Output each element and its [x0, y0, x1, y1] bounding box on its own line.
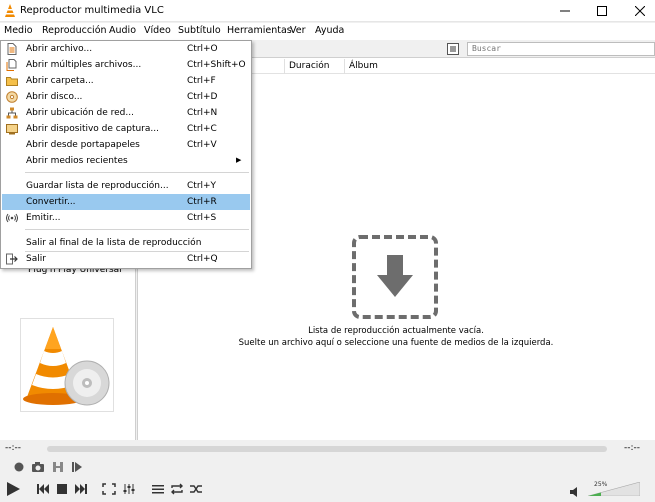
extended-settings-icon[interactable]	[122, 483, 136, 495]
close-button[interactable]	[620, 0, 655, 22]
menu-medio[interactable]: Medio	[4, 25, 33, 36]
submenu-arrow-icon: ▶	[236, 156, 242, 164]
search-input[interactable]: Buscar	[467, 42, 655, 56]
previous-icon[interactable]	[36, 483, 50, 495]
file-icon	[7, 43, 17, 55]
menu-ayuda[interactable]: Ayuda	[315, 25, 344, 36]
menu-item-quit-at-end[interactable]: Salir al final de la lista de reproducci…	[2, 235, 250, 251]
volume-percent: 25%	[594, 481, 608, 488]
menu-herramientas[interactable]: Herramientas	[227, 25, 292, 36]
record-icon[interactable]	[13, 461, 25, 473]
title-bar: Reproductor multimedia VLC	[0, 0, 655, 22]
menu-item-stream[interactable]: Emitir... Ctrl+S	[2, 210, 250, 226]
play-icon[interactable]	[4, 480, 22, 498]
download-arrow-icon	[377, 255, 413, 297]
total-time[interactable]: --:--	[624, 443, 640, 453]
menu-item-open-file[interactable]: Abrir archivo... Ctrl+O	[2, 41, 250, 57]
menu-item-recent-media[interactable]: Abrir medios recientes ▶	[2, 153, 250, 169]
vlc-logo-art	[23, 327, 110, 406]
playlist-view-button[interactable]	[447, 43, 459, 55]
vlc-cone-icon	[5, 4, 15, 17]
column-album[interactable]: Álbum	[349, 61, 378, 71]
network-icon	[6, 107, 18, 119]
menu-item-open-clipboard[interactable]: Abrir desde portapapeles Ctrl+V	[2, 137, 250, 153]
capture-icon	[6, 124, 18, 135]
menu-audio[interactable]: Audio	[109, 25, 136, 36]
drop-zone[interactable]	[352, 235, 438, 319]
menu-item-open-folder[interactable]: Abrir carpeta... Ctrl+F	[2, 73, 250, 89]
minimize-button[interactable]	[545, 0, 585, 22]
disc-icon	[6, 91, 18, 103]
stop-icon[interactable]	[56, 483, 68, 495]
menu-separator	[25, 172, 249, 173]
menu-item-open-multiple[interactable]: Abrir múltiples archivos... Ctrl+Shift+O	[2, 57, 250, 73]
menu-ver[interactable]: Ver	[290, 25, 306, 36]
frame-step-icon[interactable]	[71, 461, 83, 473]
menu-separator	[25, 229, 249, 230]
menu-item-convert[interactable]: Convertir... Ctrl+R	[2, 194, 250, 210]
list-view-icon	[450, 46, 456, 52]
menu-item-open-disc[interactable]: Abrir disco... Ctrl+D	[2, 89, 250, 105]
column-duracion[interactable]: Duración	[289, 61, 330, 71]
exit-icon	[6, 253, 18, 265]
column-divider[interactable]	[284, 59, 285, 74]
stream-icon	[6, 213, 18, 223]
menu-subtitulo[interactable]: Subtítulo	[178, 25, 221, 36]
playlist-toggle-icon[interactable]	[151, 483, 165, 495]
next-icon[interactable]	[74, 483, 88, 495]
menu-item-open-capture[interactable]: Abrir dispositivo de captura... Ctrl+C	[2, 121, 250, 137]
maximize-icon	[597, 6, 607, 16]
menu-video[interactable]: Vídeo	[144, 25, 171, 36]
empty-playlist-message: Lista de reproducción actualmente vacía.	[308, 326, 484, 336]
menu-item-quit[interactable]: Salir Ctrl+Q	[2, 251, 250, 267]
snapshot-icon[interactable]	[31, 461, 45, 473]
elapsed-time: --:--	[5, 443, 22, 453]
medio-dropdown-menu: Abrir archivo... Ctrl+O Abrir múltiples …	[0, 40, 252, 269]
minimize-icon	[560, 10, 570, 12]
menu-bar: Medio Reproducción Audio Vídeo Subtítulo…	[0, 23, 655, 40]
empty-playlist-hint: Suelte un archivo aquí o seleccione una …	[238, 338, 554, 348]
loop-icon[interactable]	[170, 483, 184, 495]
folder-icon	[6, 77, 18, 86]
window-title: Reproductor multimedia VLC	[20, 5, 164, 16]
close-icon	[635, 6, 645, 16]
column-divider[interactable]	[344, 59, 345, 74]
files-icon	[6, 59, 17, 71]
loop-ab-icon[interactable]	[52, 461, 64, 473]
menu-item-open-network[interactable]: Abrir ubicación de red... Ctrl+N	[2, 105, 250, 121]
seek-slider[interactable]	[47, 446, 607, 452]
maximize-button[interactable]	[582, 0, 622, 22]
fullscreen-icon[interactable]	[102, 483, 116, 495]
menu-item-save-playlist[interactable]: Guardar lista de reproducción... Ctrl+Y	[2, 178, 250, 194]
menu-reproduccion[interactable]: Reproducción	[42, 25, 107, 36]
volume-icon[interactable]	[569, 487, 581, 497]
album-art	[20, 318, 114, 412]
shuffle-icon[interactable]	[189, 483, 203, 495]
